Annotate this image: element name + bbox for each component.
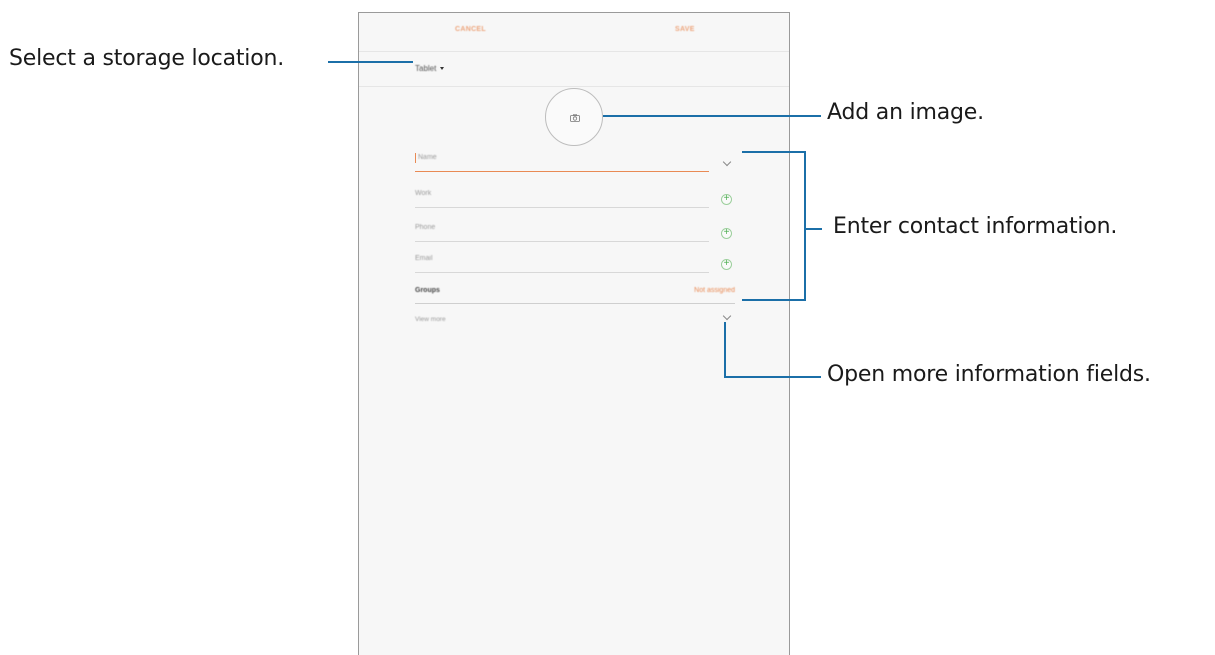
add-work-plus-icon[interactable]: + (721, 194, 732, 205)
callout-contact-bracket-top (742, 151, 805, 153)
callout-add-image: Add an image. (827, 100, 984, 125)
callout-contact-info: Enter contact information. (833, 214, 1118, 239)
callout-storage-line (328, 61, 413, 63)
phone-field[interactable]: Phone (415, 220, 709, 242)
groups-value: Not assigned (694, 287, 735, 294)
callout-contact-line (806, 228, 822, 230)
callout-contact-bracket-bottom (742, 299, 805, 301)
name-field[interactable]: Name (415, 150, 709, 172)
name-expand-chevron-icon[interactable] (722, 157, 732, 167)
add-email-plus-icon[interactable]: + (721, 259, 732, 270)
email-placeholder: Email (415, 255, 433, 262)
callout-more-fields: Open more information fields. (827, 362, 1151, 387)
callout-more-fields-vline (724, 322, 726, 378)
add-phone-plus-icon[interactable]: + (721, 228, 732, 239)
work-field[interactable]: Work (415, 186, 709, 208)
view-more-chevron-icon[interactable] (722, 311, 732, 321)
text-cursor (415, 153, 416, 163)
storage-row: Tablet (359, 51, 789, 87)
camera-icon (570, 114, 580, 122)
callout-contact-bracket-side (804, 151, 806, 301)
phone-placeholder: Phone (415, 224, 436, 231)
manual-page: CANCEL SAVE Tablet Name Work + Phone + E… (0, 0, 1215, 655)
email-field[interactable]: Email (415, 251, 709, 273)
callout-storage-location: Select a storage location. (9, 46, 284, 71)
save-button[interactable]: SAVE (675, 26, 695, 33)
groups-label: Groups (415, 287, 440, 294)
callout-more-fields-hline (724, 376, 821, 378)
view-more-link[interactable]: View more (415, 316, 446, 323)
callout-image-line (603, 115, 821, 117)
dropdown-arrow-icon (440, 67, 445, 70)
work-placeholder: Work (415, 190, 432, 197)
storage-location-selector[interactable]: Tablet (415, 64, 445, 73)
cancel-button[interactable]: CANCEL (455, 26, 486, 33)
storage-location-label: Tablet (415, 64, 437, 73)
action-bar: CANCEL SAVE (359, 13, 789, 51)
add-image-button[interactable] (545, 88, 603, 146)
groups-row[interactable]: Groups Not assigned (415, 285, 735, 304)
name-placeholder: Name (418, 154, 437, 161)
